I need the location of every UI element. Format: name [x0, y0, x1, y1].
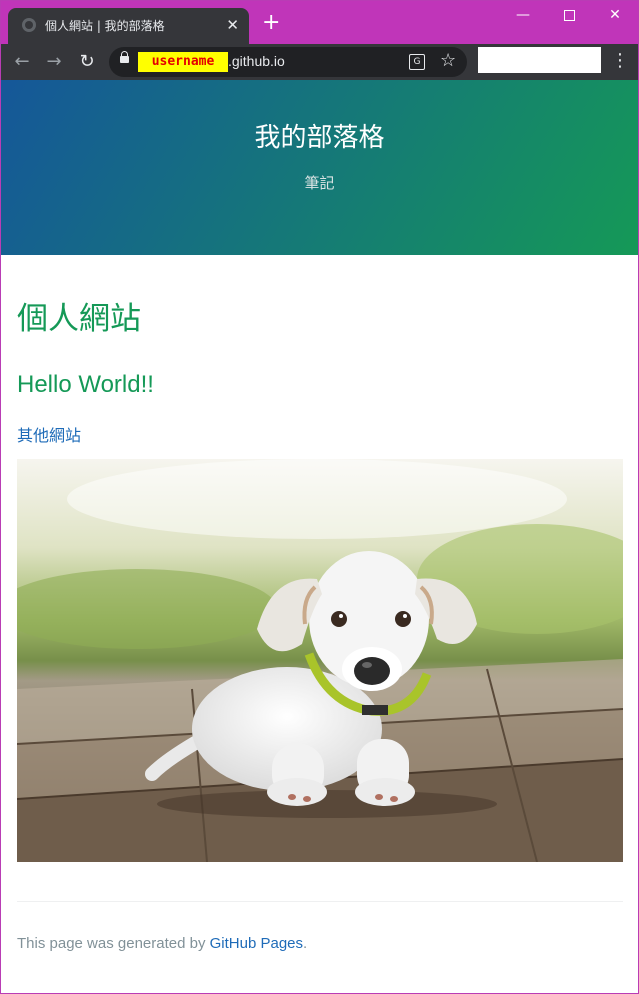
window-frame [0, 0, 639, 994]
